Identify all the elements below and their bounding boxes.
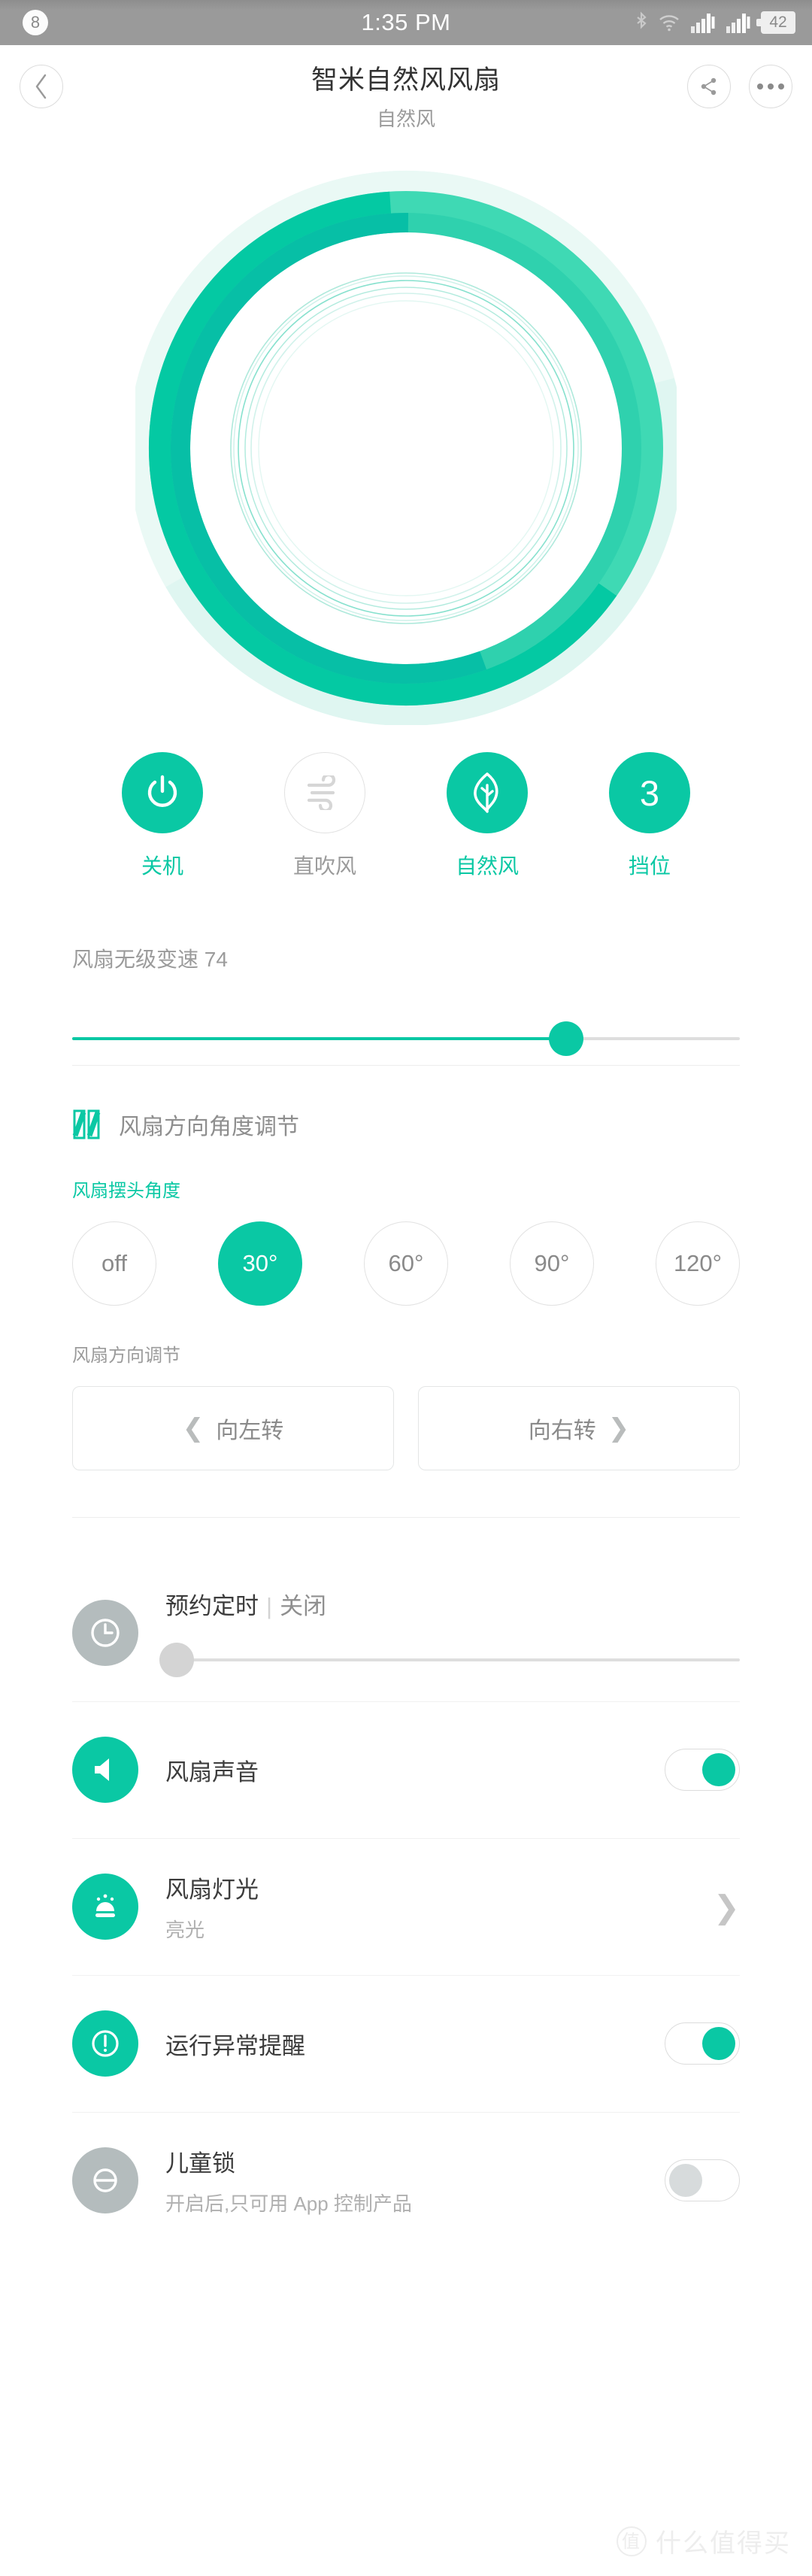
angle-adjust-icon (72, 1109, 101, 1139)
fan-speed-fill (72, 1037, 567, 1040)
row-fan-light-title: 风扇灯光 (165, 1877, 259, 1903)
timer-state-text: 关闭 (280, 1592, 327, 1619)
row-abnormal-alert-title: 运行异常提醒 (165, 2032, 305, 2059)
row-abnormal-alert-body: 运行异常提醒 (165, 2027, 665, 2061)
row-fan-light-body: 风扇灯光 亮光 (165, 1871, 714, 1943)
chevron-right-icon: ❯ (607, 1414, 630, 1443)
row-child-lock[interactable]: 儿童锁 开启后,只可用 App 控制产品 (0, 2112, 812, 2249)
chevron-left-icon: ❮ (182, 1414, 205, 1443)
row-fan-light-subtitle: 亮光 (165, 1919, 205, 1941)
fan-speed-slider[interactable] (72, 1012, 740, 1065)
row-timer-title: 预约定时 | 关闭 (165, 1587, 740, 1621)
action-direct-wind-label: 直吹风 (292, 854, 356, 878)
swing-angle-label: 风扇摆头角度 (72, 1181, 180, 1201)
turn-right-label: 向右转 (528, 1418, 596, 1443)
fan-mode-actions: 关机 直吹风 自然风 3 挡位 (0, 752, 812, 880)
share-icon (701, 77, 717, 96)
action-power[interactable]: 关机 (110, 752, 215, 880)
direction-adjust-label: 风扇方向调节 (72, 1346, 180, 1366)
fan-speed-knob[interactable] (549, 1021, 584, 1056)
fan-visual-area (0, 141, 812, 758)
swing-angle-options: off 30° 60° 90° 120° (72, 1221, 740, 1306)
wind-icon (307, 775, 336, 810)
row-timer[interactable]: 预约定时 | 关闭 (0, 1564, 812, 1701)
more-icon (757, 83, 784, 90)
fan-speed-block: 风扇无级变速 74 (0, 943, 812, 1065)
abnormal-alert-toggle[interactable] (665, 2022, 740, 2065)
clock-icon (72, 1600, 138, 1666)
fan-sound-toggle[interactable] (665, 1749, 740, 1791)
action-gear-level[interactable]: 3 挡位 (597, 752, 702, 880)
row-fan-sound-title: 风扇声音 (165, 1758, 259, 1786)
direction-section-title: 风扇方向角度调节 (119, 1115, 299, 1139)
power-icon (147, 775, 177, 807)
timer-track (165, 1658, 740, 1661)
row-timer-body: 预约定时 | 关闭 (159, 1587, 740, 1679)
row-abnormal-alert[interactable]: 运行异常提醒 (0, 1975, 812, 2112)
turn-right-button[interactable]: 向右转 ❯ (418, 1386, 740, 1470)
status-bar-icons: 42 (635, 11, 795, 34)
row-child-lock-subtitle: 开启后,只可用 App 控制产品 (165, 2192, 412, 2215)
leaf-icon (474, 772, 498, 813)
app-header: 智米自然风风扇 自然风 (0, 45, 812, 141)
fan-speed-label: 风扇无级变速 74 (72, 948, 228, 971)
alert-icon (72, 2010, 138, 2077)
angle-option-30[interactable]: 30° (218, 1221, 302, 1306)
watermark-logo: 值 (617, 2526, 647, 2556)
page-subtitle: 自然风 (376, 108, 435, 130)
action-gear-level-label: 挡位 (628, 854, 671, 878)
fan-ring-graphic (135, 170, 677, 725)
phone-screen: 8 1:35 PM 42 智米自然风风扇 自然风 关机 直吹风 自然风 3 挡位… (0, 0, 812, 2576)
turn-left-label: 向左转 (216, 1418, 284, 1443)
section-divider-direction (72, 1517, 740, 1518)
wifi-icon (658, 13, 680, 32)
power-button[interactable] (122, 752, 203, 833)
lamp-icon (72, 1874, 138, 1940)
direct-wind-button[interactable] (284, 752, 365, 833)
row-fan-sound[interactable]: 风扇声音 (0, 1701, 812, 1838)
row-child-lock-body: 儿童锁 开启后,只可用 App 控制产品 (165, 2144, 665, 2216)
timer-title-text: 预约定时 (165, 1592, 259, 1619)
signal-1-icon (690, 12, 716, 33)
action-power-label: 关机 (141, 854, 183, 878)
action-direct-wind[interactable]: 直吹风 (272, 752, 377, 880)
gear-level-button[interactable]: 3 (609, 752, 690, 833)
watermark-text: 什么值得买 (656, 2529, 791, 2558)
row-child-lock-title: 儿童锁 (165, 2150, 235, 2177)
more-button[interactable] (749, 65, 792, 108)
gear-level-value: 3 (639, 772, 660, 813)
direction-section: 风扇方向角度调节 风扇摆头角度 off 30° 60° 90° 120° 风扇方… (0, 1066, 812, 1470)
row-fan-sound-body: 风扇声音 (165, 1753, 665, 1787)
chevron-right-icon[interactable]: ❯ (714, 1889, 740, 1925)
row-fan-light[interactable]: 风扇灯光 亮光 ❯ (0, 1838, 812, 1975)
natural-wind-button[interactable] (447, 752, 528, 833)
angle-option-120[interactable]: 120° (656, 1221, 740, 1306)
action-natural-wind[interactable]: 自然风 (435, 752, 540, 880)
bluetooth-icon (635, 11, 648, 34)
share-button[interactable] (687, 65, 731, 108)
angle-option-60[interactable]: 60° (364, 1221, 448, 1306)
direction-buttons: ❮ 向左转 向右转 ❯ (72, 1386, 740, 1470)
angle-option-off[interactable]: off (72, 1221, 156, 1306)
timer-slider[interactable] (159, 1640, 740, 1679)
action-natural-wind-label: 自然风 (455, 854, 519, 878)
child-lock-toggle[interactable] (665, 2159, 740, 2201)
timer-separator: | (266, 1592, 273, 1619)
angle-option-90[interactable]: 90° (510, 1221, 594, 1306)
speaker-icon (72, 1737, 138, 1803)
status-bar: 8 1:35 PM 42 (0, 0, 812, 45)
lock-icon (72, 2147, 138, 2213)
turn-left-button[interactable]: ❮ 向左转 (72, 1386, 394, 1470)
battery-icon: 42 (756, 11, 795, 34)
timer-knob[interactable] (159, 1642, 195, 1677)
direction-section-header: 风扇方向角度调节 (72, 1108, 740, 1141)
settings-list: 预约定时 | 关闭 风扇声音 风扇灯光 亮光 ❯ 运行异常提醒 儿童锁 开启后,… (0, 1564, 812, 2249)
signal-2-icon (726, 12, 751, 33)
watermark: 值 什么值得买 (617, 2523, 791, 2559)
